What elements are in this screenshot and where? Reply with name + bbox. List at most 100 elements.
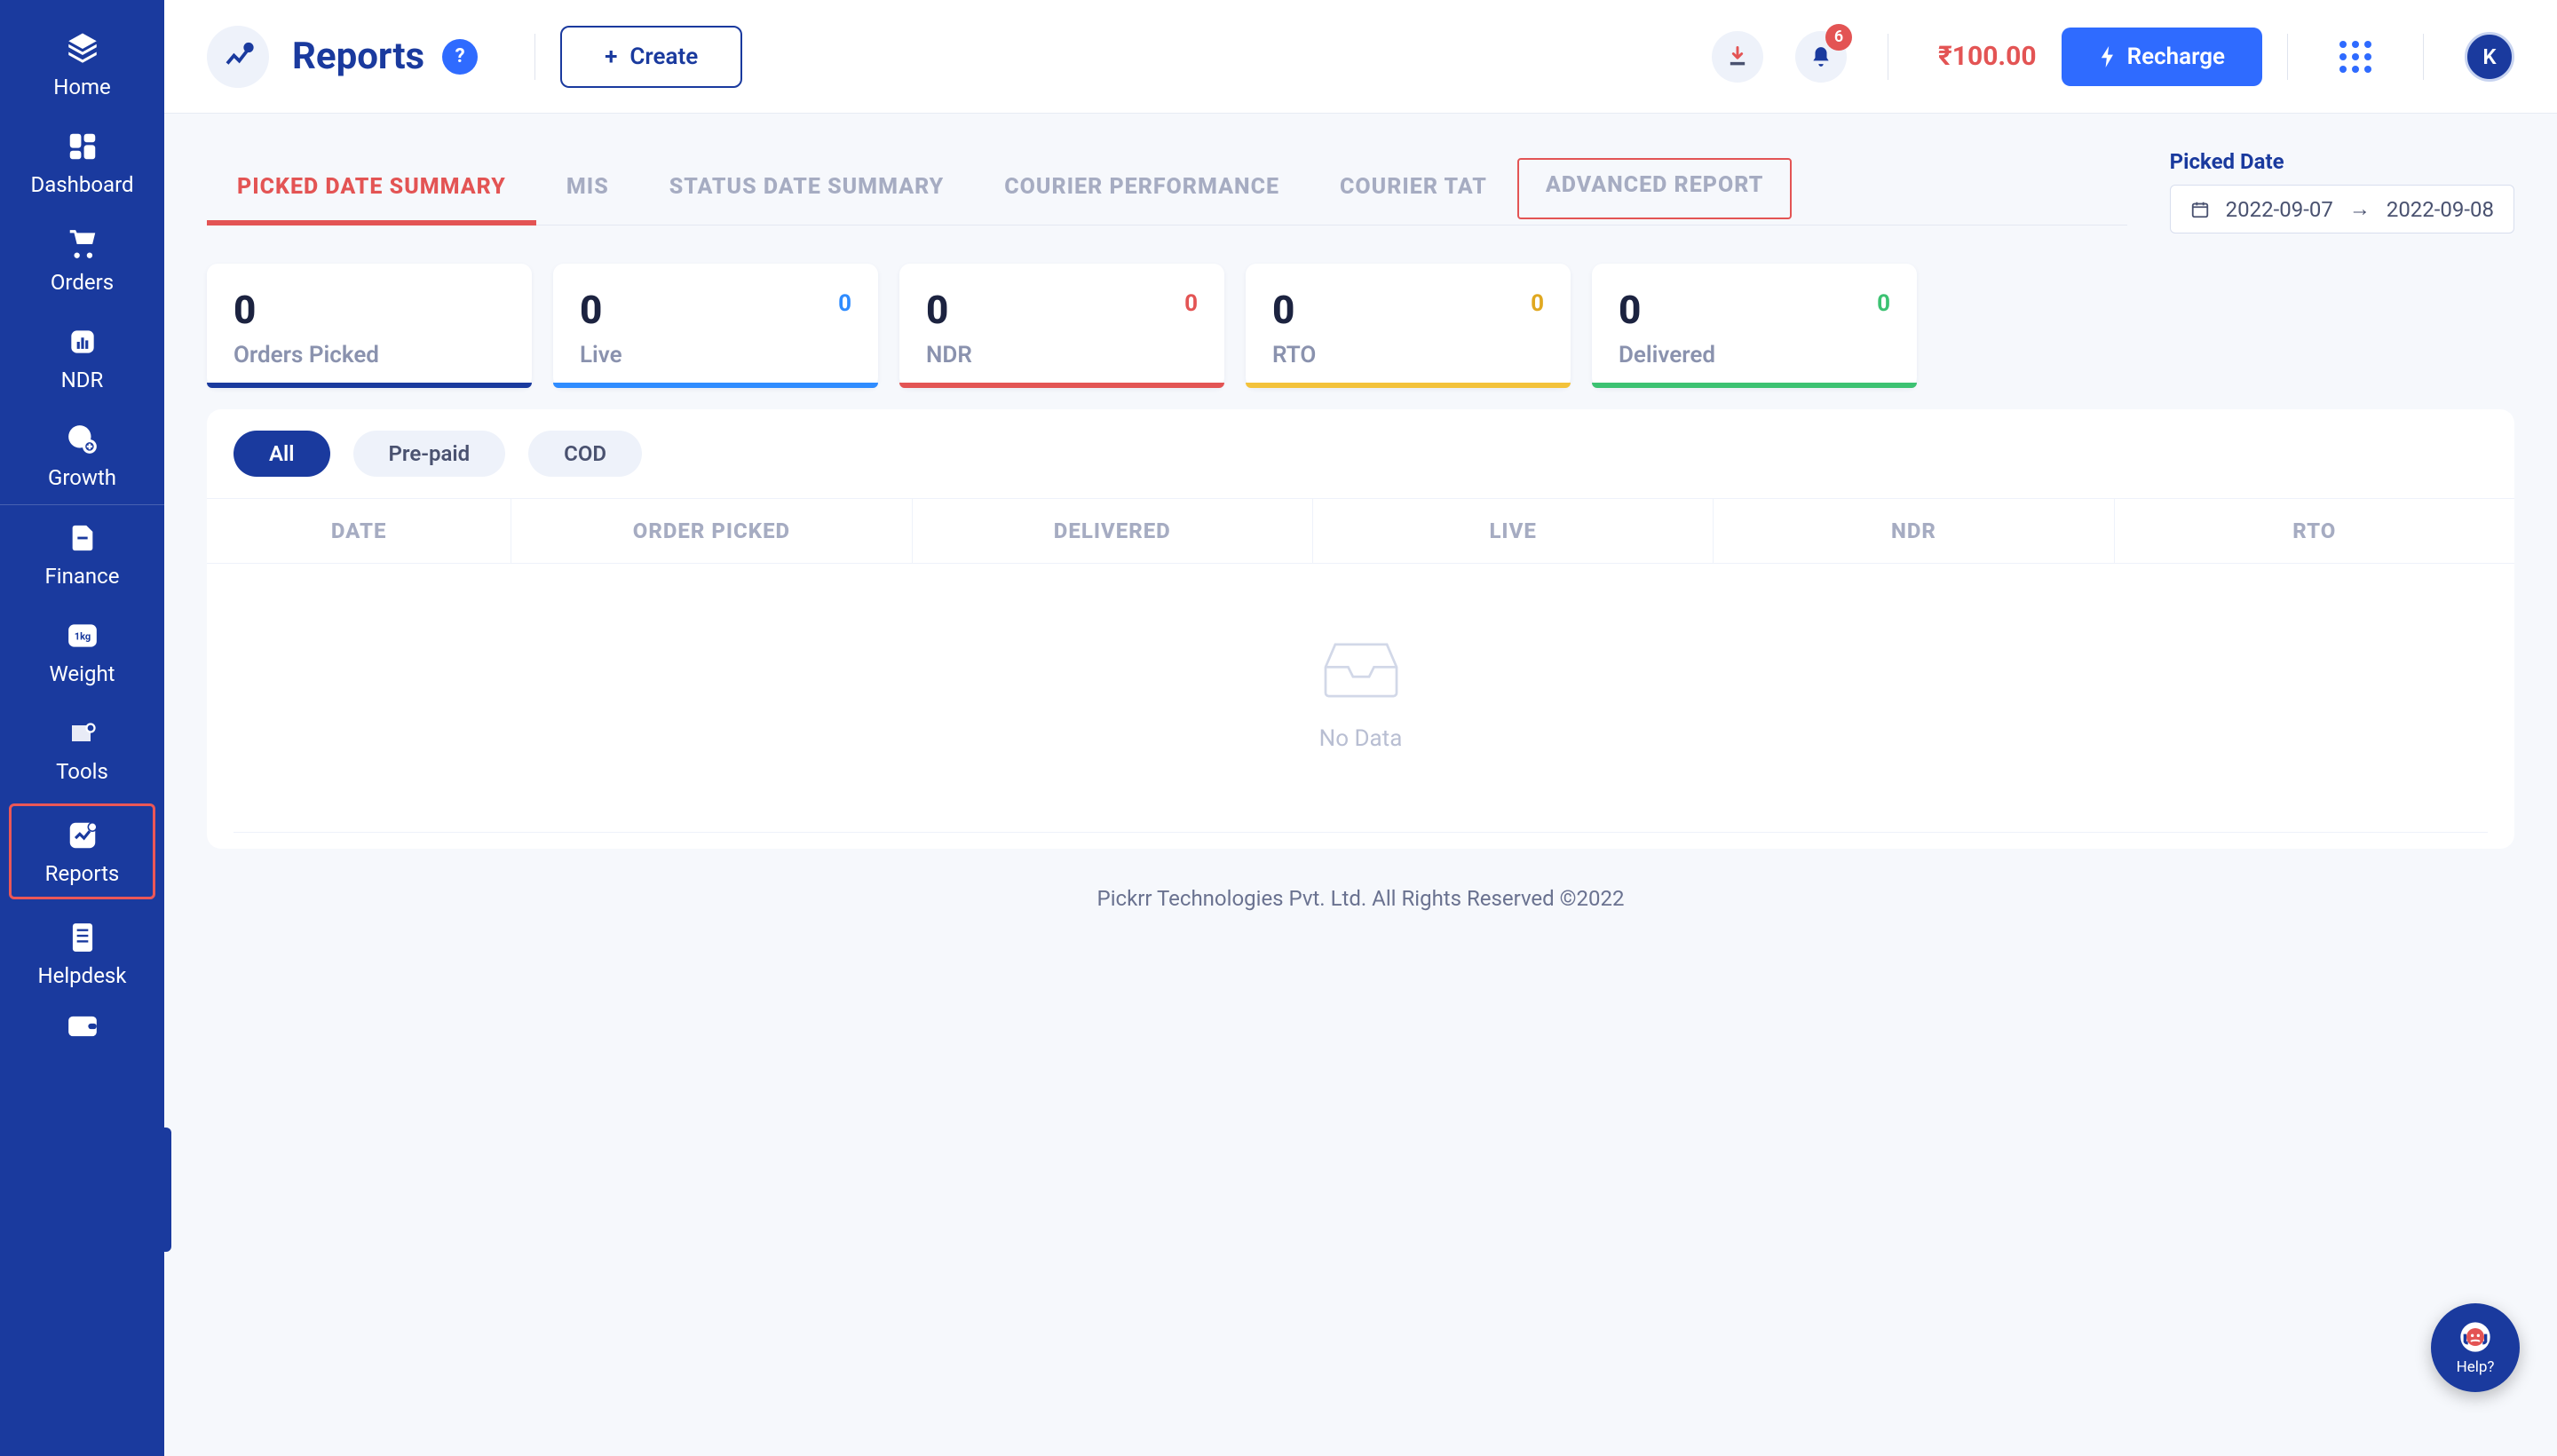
stat-subvalue: 0 bbox=[1877, 290, 1890, 317]
sidebar-item-finance[interactable]: Finance bbox=[0, 505, 164, 603]
empty-state: No Data bbox=[207, 564, 2514, 832]
stat-rto[interactable]: 0 0 RTO bbox=[1246, 264, 1571, 388]
helpdesk-icon bbox=[64, 919, 101, 956]
date-range-picker[interactable]: 2022-09-07 → 2022-09-08 bbox=[2170, 185, 2514, 233]
notification-count: 6 bbox=[1825, 24, 1852, 51]
download-button[interactable] bbox=[1712, 31, 1763, 83]
stat-subvalue: 0 bbox=[838, 290, 851, 317]
reports-icon bbox=[64, 817, 101, 854]
header: Reports ? + Create 6 ₹100.00 Recharge K bbox=[164, 0, 2557, 114]
create-button[interactable]: + Create bbox=[560, 26, 742, 88]
pill-cod[interactable]: COD bbox=[528, 431, 642, 477]
date-picker-section: Picked Date 2022-09-07 → 2022-09-08 bbox=[2170, 149, 2514, 233]
stat-live[interactable]: 0 0 Live bbox=[553, 264, 878, 388]
footer: Pickrr Technologies Pvt. Ltd. All Rights… bbox=[207, 849, 2514, 948]
stat-value: 0 bbox=[234, 287, 505, 333]
tab-picked-date-summary[interactable]: PICKED DATE SUMMARY bbox=[207, 158, 536, 225]
pill-all[interactable]: All bbox=[234, 431, 330, 477]
col-order-picked: ORDER PICKED bbox=[511, 499, 912, 563]
table-header: DATE ORDER PICKED DELIVERED LIVE NDR RTO bbox=[207, 498, 2514, 564]
divider bbox=[2287, 34, 2288, 80]
sidebar-item-growth[interactable]: Growth bbox=[0, 407, 164, 504]
page-icon bbox=[207, 26, 269, 88]
col-delivered: DELIVERED bbox=[913, 499, 1313, 563]
stat-value: 0 bbox=[580, 287, 851, 333]
stat-value: 0 bbox=[926, 287, 1198, 333]
help-fab[interactable]: Help? bbox=[2431, 1303, 2520, 1392]
create-label: Create bbox=[629, 44, 698, 70]
stat-label: Live bbox=[580, 342, 851, 368]
divider bbox=[534, 34, 535, 80]
sidebar-item-more[interactable] bbox=[0, 1002, 164, 1066]
stat-ndr[interactable]: 0 0 NDR bbox=[899, 264, 1224, 388]
sidebar-item-weight[interactable]: 1kg Weight bbox=[0, 603, 164, 700]
sidebar-item-dashboard[interactable]: Dashboard bbox=[0, 114, 164, 211]
tabs-row: PICKED DATE SUMMARY MIS STATUS DATE SUMM… bbox=[207, 149, 2514, 233]
stat-delivered[interactable]: 0 0 Delivered bbox=[1592, 264, 1917, 388]
sidebar-item-home[interactable]: Home bbox=[0, 16, 164, 114]
tab-courier-performance[interactable]: COURIER PERFORMANCE bbox=[974, 158, 1310, 225]
filter-pills: All Pre-paid COD bbox=[207, 431, 2514, 498]
sidebar-item-reports[interactable]: Reports bbox=[9, 803, 155, 899]
recharge-button[interactable]: Recharge bbox=[2062, 28, 2262, 86]
col-live: LIVE bbox=[1313, 499, 1714, 563]
sidebar-item-label: Reports bbox=[45, 861, 120, 886]
stat-label: NDR bbox=[926, 342, 1198, 368]
plus-icon: + bbox=[605, 44, 617, 70]
empty-text: No Data bbox=[1319, 725, 1403, 752]
pill-prepaid[interactable]: Pre-paid bbox=[353, 431, 506, 477]
page-title: Reports bbox=[292, 35, 424, 78]
calendar-icon bbox=[2190, 200, 2210, 219]
tools-icon bbox=[64, 715, 101, 752]
notifications-button[interactable]: 6 bbox=[1795, 31, 1847, 83]
sidebar-item-helpdesk[interactable]: Helpdesk bbox=[0, 905, 164, 1002]
date-picker-label: Picked Date bbox=[2170, 149, 2514, 174]
tab-courier-tat[interactable]: COURIER TAT bbox=[1310, 158, 1517, 225]
support-icon bbox=[2458, 1319, 2493, 1355]
col-date: DATE bbox=[207, 499, 511, 563]
stat-label: Delivered bbox=[1619, 342, 1890, 368]
stat-value: 0 bbox=[1272, 287, 1544, 333]
sidebar: Home Dashboard Orders NDR Growth Finance… bbox=[0, 0, 164, 1456]
stats-row: 0 Orders Picked 0 0 Live 0 0 NDR 0 0 RTO… bbox=[207, 264, 2514, 388]
sidebar-item-label: Home bbox=[53, 75, 111, 99]
col-ndr: NDR bbox=[1714, 499, 2114, 563]
apps-button[interactable] bbox=[2339, 41, 2371, 73]
cart-icon bbox=[64, 226, 101, 263]
tab-mis[interactable]: MIS bbox=[536, 158, 639, 225]
sidebar-item-label: Orders bbox=[51, 270, 114, 295]
weight-icon: 1kg bbox=[64, 617, 101, 654]
stat-label: RTO bbox=[1272, 342, 1544, 368]
data-panel: All Pre-paid COD DATE ORDER PICKED DELIV… bbox=[207, 409, 2514, 849]
tabs: PICKED DATE SUMMARY MIS STATUS DATE SUMM… bbox=[207, 158, 2127, 226]
content: PICKED DATE SUMMARY MIS STATUS DATE SUMM… bbox=[164, 114, 2557, 1456]
tab-status-date-summary[interactable]: STATUS DATE SUMMARY bbox=[639, 158, 975, 225]
col-rto: RTO bbox=[2115, 499, 2514, 563]
stat-label: Orders Picked bbox=[234, 342, 505, 368]
inbox-icon bbox=[1312, 635, 1410, 706]
dashboard-icon bbox=[64, 128, 101, 165]
divider bbox=[2423, 34, 2424, 80]
layers-icon bbox=[64, 30, 101, 67]
date-from: 2022-09-07 bbox=[2226, 197, 2333, 222]
bell-icon bbox=[1809, 44, 1833, 69]
wallet-icon bbox=[64, 1008, 101, 1045]
stat-orders-picked[interactable]: 0 Orders Picked bbox=[207, 264, 532, 388]
stat-value: 0 bbox=[1619, 287, 1890, 333]
date-to: 2022-09-08 bbox=[2387, 197, 2494, 222]
sidebar-item-label: Tools bbox=[56, 759, 108, 784]
chart-icon bbox=[64, 323, 101, 360]
help-badge[interactable]: ? bbox=[442, 39, 478, 75]
sidebar-item-label: Weight bbox=[49, 661, 115, 686]
sidebar-item-label: Dashboard bbox=[30, 172, 133, 197]
tab-advanced-report[interactable]: ADVANCED REPORT bbox=[1517, 158, 1792, 219]
balance-amount: ₹100.00 bbox=[1938, 41, 2037, 72]
sidebar-item-tools[interactable]: Tools bbox=[0, 700, 164, 798]
sidebar-item-orders[interactable]: Orders bbox=[0, 211, 164, 309]
sidebar-item-ndr[interactable]: NDR bbox=[0, 309, 164, 407]
stat-subvalue: 0 bbox=[1531, 290, 1544, 317]
avatar[interactable]: K bbox=[2465, 32, 2514, 82]
sidebar-item-label: Finance bbox=[45, 564, 120, 589]
bolt-icon bbox=[2099, 46, 2117, 67]
sidebar-item-label: Growth bbox=[48, 465, 116, 490]
